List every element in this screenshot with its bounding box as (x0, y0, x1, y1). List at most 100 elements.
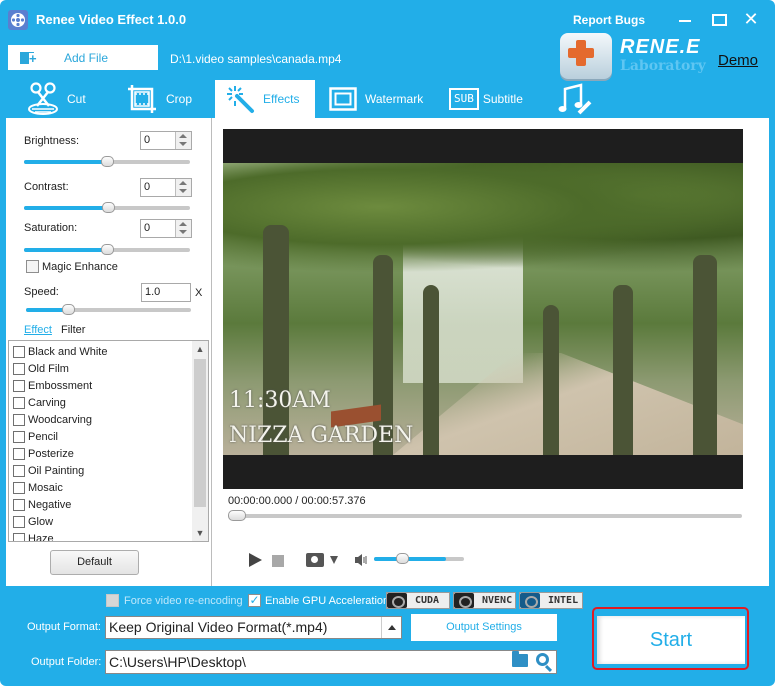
effect-checkbox[interactable] (13, 447, 25, 460)
volume-slider[interactable] (374, 553, 464, 564)
effect-checkbox[interactable] (13, 430, 25, 443)
effect-item-old-film[interactable]: Old Film (13, 360, 69, 377)
speed-input[interactable]: 1.0 (141, 283, 191, 302)
gpu-acceleration-checkbox[interactable]: ✓ (248, 594, 261, 607)
spin-up-icon[interactable] (179, 134, 187, 138)
tab-music-edit[interactable] (557, 80, 601, 118)
contrast-spin-buttons[interactable] (175, 179, 191, 196)
effect-checkbox[interactable] (13, 379, 25, 392)
stop-button[interactable] (272, 555, 284, 567)
contrast-spinbox[interactable]: 0 (140, 178, 192, 197)
scrollbar-thumb[interactable] (194, 359, 206, 507)
spin-down-icon[interactable] (179, 142, 187, 146)
spin-down-icon[interactable] (179, 189, 187, 193)
effect-item-carving[interactable]: Carving (13, 394, 66, 411)
subtitle-icon: SUB (449, 88, 479, 110)
effect-item-glow[interactable]: Glow (13, 513, 53, 530)
effect-item-negative[interactable]: Negative (13, 496, 71, 513)
effect-label: Woodcarving (28, 413, 92, 426)
play-button[interactable] (249, 553, 262, 567)
nvidia-icon (454, 593, 474, 608)
output-settings-button[interactable]: Output Settings (411, 614, 557, 641)
speed-slider-thumb[interactable] (62, 304, 75, 315)
close-button[interactable]: ✕ (742, 10, 760, 28)
brightness-slider-fill (24, 160, 107, 164)
tab-watermark[interactable]: Watermark (329, 80, 423, 118)
effect-checkbox[interactable] (13, 396, 25, 409)
tab-subtitle[interactable]: SUB Subtitle (449, 80, 523, 118)
brightness-slider[interactable] (24, 156, 190, 167)
add-file-button[interactable]: Add File (8, 45, 158, 70)
demo-link[interactable]: Demo (718, 52, 758, 69)
start-button[interactable]: Start (597, 616, 745, 664)
saturation-spinbox[interactable]: 0 (140, 219, 192, 238)
effect-label: Pencil (28, 430, 58, 443)
force-reencode-checkbox[interactable] (106, 594, 119, 607)
effect-item-haze[interactable]: Haze (13, 530, 54, 542)
effect-item-black-and-white[interactable]: Black and White (13, 343, 107, 360)
saturation-spin-buttons[interactable] (175, 220, 191, 237)
effect-item-mosaic[interactable]: Mosaic (13, 479, 63, 496)
effect-item-woodcarving[interactable]: Woodcarving (13, 411, 92, 428)
output-format-select[interactable]: Keep Original Video Format(*.mp4) (105, 616, 402, 639)
camera-icon[interactable] (306, 553, 324, 567)
brightness-spin-buttons[interactable] (175, 132, 191, 149)
effect-checkbox[interactable] (13, 515, 25, 528)
magic-enhance-label: Magic Enhance (42, 261, 118, 273)
effect-list-scrollbar[interactable]: ▲ ▼ (192, 341, 208, 541)
effect-item-oil-painting[interactable]: Oil Painting (13, 462, 84, 479)
effect-item-pencil[interactable]: Pencil (13, 428, 58, 445)
spin-up-icon[interactable] (179, 181, 187, 185)
spin-down-icon[interactable] (179, 230, 187, 234)
effect-subtab[interactable]: Effect (24, 324, 52, 336)
brightness-spinbox[interactable]: 0 (140, 131, 192, 150)
tab-cut[interactable]: Cut (27, 80, 86, 118)
contrast-slider-thumb[interactable] (102, 202, 115, 213)
brightness-slider-thumb[interactable] (101, 156, 114, 167)
output-folder-value: C:\Users\HP\Desktop\ (109, 654, 246, 670)
gpu-acceleration-label: Enable GPU Acceleration (265, 595, 390, 607)
folder-icon[interactable] (512, 651, 528, 667)
report-bugs-link[interactable]: Report Bugs (573, 13, 645, 27)
volume-slider-thumb[interactable] (396, 553, 409, 564)
snapshot-dropdown-icon[interactable] (330, 556, 338, 564)
rene-e-logo-icon (560, 33, 612, 79)
tab-effects[interactable]: Effects (215, 80, 315, 118)
video-preview[interactable]: 11:30AM NIZZA GARDEN (223, 129, 743, 489)
speed-slider[interactable] (26, 304, 191, 315)
contrast-slider[interactable] (24, 202, 190, 213)
scissors-icon (28, 82, 58, 115)
effect-checkbox[interactable] (13, 413, 25, 426)
seek-bar[interactable] (228, 510, 742, 521)
dropdown-arrow-icon[interactable] (381, 617, 401, 638)
effect-item-posterize[interactable]: Posterize (13, 445, 74, 462)
effect-label: Haze (28, 532, 54, 542)
default-button[interactable]: Default (50, 550, 139, 575)
effect-checkbox[interactable] (13, 464, 25, 477)
effect-checkbox[interactable] (13, 362, 25, 375)
effect-checkbox[interactable] (13, 498, 25, 511)
effect-checkbox[interactable] (13, 532, 25, 541)
contrast-value: 0 (144, 181, 151, 193)
effect-checkbox[interactable] (13, 481, 25, 494)
app-window: Renee Video Effect 1.0.0 Report Bugs ✕ R… (0, 0, 775, 686)
output-folder-input[interactable]: C:\Users\HP\Desktop\ (105, 650, 557, 674)
search-icon[interactable] (536, 653, 549, 666)
magic-enhance-checkbox[interactable] (26, 260, 39, 273)
maximize-button[interactable] (709, 10, 727, 28)
seek-thumb[interactable] (228, 510, 246, 521)
saturation-slider-thumb[interactable] (101, 244, 114, 255)
tab-crop[interactable]: Crop (126, 80, 192, 118)
cuda-badge: CUDA (386, 592, 450, 609)
scroll-up-icon[interactable]: ▲ (192, 341, 208, 357)
volume-icon[interactable] (354, 553, 368, 567)
filter-subtab[interactable]: Filter (61, 324, 85, 336)
minimize-button[interactable] (676, 10, 694, 28)
saturation-slider[interactable] (24, 244, 190, 255)
contrast-slider-fill (24, 206, 108, 210)
effect-item-embossment[interactable]: Embossment (13, 377, 92, 394)
video-canopy (223, 163, 743, 273)
spin-up-icon[interactable] (179, 222, 187, 226)
scroll-down-icon[interactable]: ▼ (192, 525, 208, 541)
effect-checkbox[interactable] (13, 345, 25, 358)
